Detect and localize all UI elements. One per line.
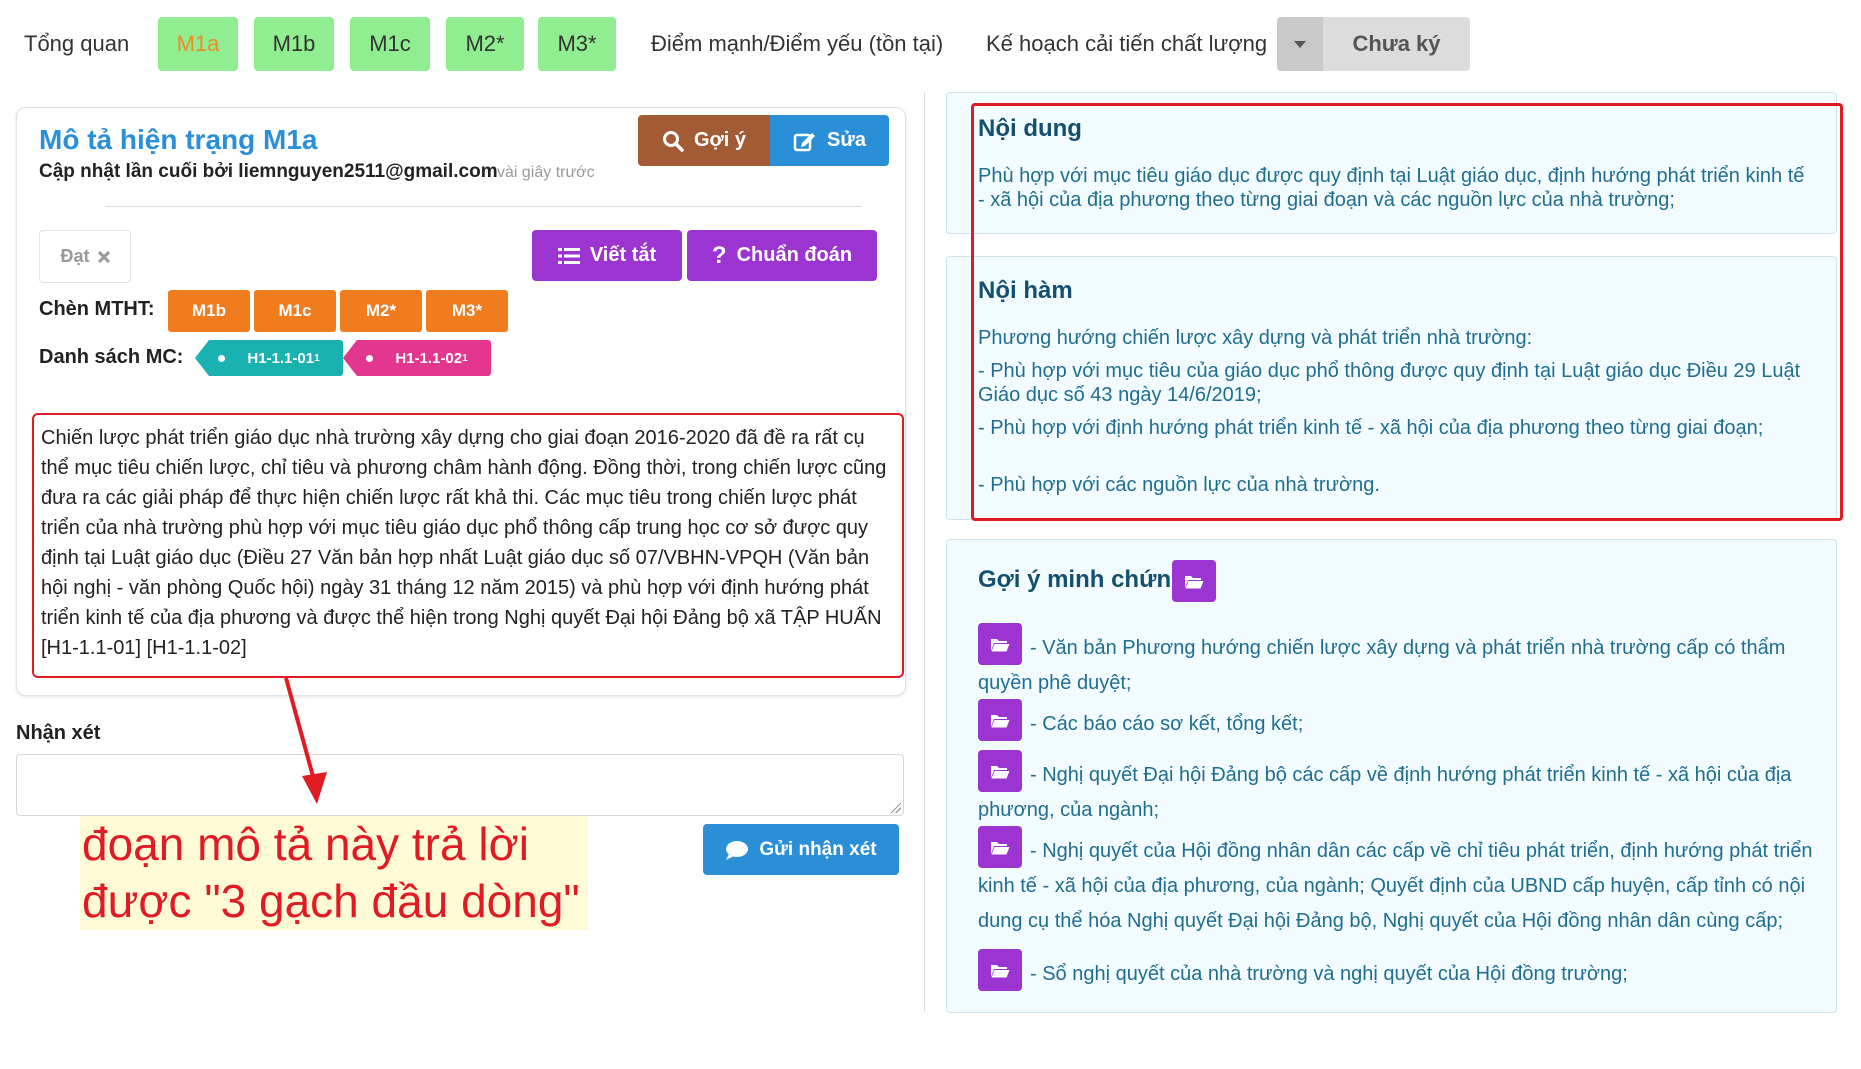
annotation-arrow — [284, 677, 327, 804]
evidence-item: - Sổ nghị quyết của nhà trường và nghị q… — [1030, 963, 1628, 985]
suggest-button[interactable]: Gợi ý — [638, 115, 770, 166]
highlight-box — [971, 103, 1843, 521]
insert-m2-button[interactable]: M2* — [340, 290, 422, 332]
status-label: Đạt — [60, 246, 90, 266]
abbreviation-button[interactable]: Viết tắt — [532, 230, 682, 281]
tab-m1b[interactable]: M1b — [254, 17, 334, 71]
column-divider — [924, 92, 925, 1012]
annotation-line-1: đoạn mô tả này trả lời — [82, 818, 529, 870]
insert-mtht-label: Chèn MTHT: — [39, 298, 155, 320]
list-icon — [557, 247, 580, 264]
insert-m1c-button[interactable]: M1c — [254, 290, 336, 332]
annotation-note: đoạn mô tả này trả lời được "3 gạch đầu … — [80, 816, 588, 930]
evidence-item: - Các báo cáo sơ kết, tổng kết; — [1030, 713, 1304, 735]
status-badge: Đạt — [39, 230, 131, 283]
updated-by-text: Cập nhật lần cuối bởi liemnguyen2511@gma… — [39, 161, 498, 182]
diagnose-button[interactable]: ? Chuẩn đoán — [687, 230, 877, 281]
search-icon — [662, 130, 684, 152]
tab-m1c[interactable]: M1c — [350, 17, 430, 71]
mc-tag-subscript: 1 — [462, 352, 468, 364]
diagnose-label: Chuẩn đoán — [736, 244, 853, 266]
edit-icon — [793, 132, 816, 151]
insert-m3-button[interactable]: M3* — [426, 290, 508, 332]
mc-tag-h1-1-1-02[interactable]: H1-1.1-02 1 — [343, 340, 491, 376]
tab-m3[interactable]: M3* — [538, 17, 616, 71]
question-icon: ? — [711, 241, 727, 269]
evidence-item: - Văn bản Phương hướng chiến lược xây dự… — [978, 637, 1786, 694]
description-text: Chiến lược phát triển giáo dục nhà trườn… — [32, 413, 904, 678]
send-comment-button[interactable]: Gửi nhận xét — [703, 824, 899, 875]
divider — [105, 206, 862, 207]
mc-list-label: Danh sách MC: — [39, 346, 184, 368]
chevron-down-icon[interactable] — [1277, 17, 1323, 71]
send-comment-label: Gửi nhận xét — [759, 838, 877, 860]
tag-dot-icon — [366, 354, 374, 362]
mc-tag-label: H1-1.1-01 — [247, 349, 315, 367]
mc-tag-h1-1-1-01[interactable]: H1-1.1-01 1 — [195, 340, 343, 376]
nav-strengths[interactable]: Điểm mạnh/Điểm yếu (tồn tại) — [651, 31, 943, 57]
tab-m2[interactable]: M2* — [446, 17, 524, 71]
mc-tag-subscript: 1 — [314, 352, 320, 364]
comment-icon — [726, 840, 749, 860]
insert-m1b-button[interactable]: M1b — [168, 290, 250, 332]
updated-ago-text: vài giây trước — [497, 164, 595, 181]
nav-improvement-plan[interactable]: Kế hoạch cải tiến chất lượng — [986, 31, 1267, 57]
sign-status-label: Chưa ký — [1352, 31, 1441, 56]
tab-m1a[interactable]: M1a — [158, 17, 238, 71]
edit-label: Sửa — [827, 129, 866, 151]
evidence-item: - Nghị quyết của Hội đồng nhân dân các c… — [978, 834, 1813, 939]
evidence-folder-button[interactable] — [1172, 560, 1216, 602]
tag-dot-icon — [218, 354, 226, 362]
edit-button[interactable]: Sửa — [770, 115, 889, 166]
abbreviation-label: Viết tắt — [589, 244, 657, 266]
evidence-item: - Nghị quyết Đại hội Đảng bộ các cấp về … — [978, 764, 1792, 821]
mc-tag-label: H1-1.1-02 — [395, 349, 463, 367]
evidence-title: Gợi ý minh chứng — [978, 566, 1186, 593]
comment-input[interactable] — [16, 754, 904, 816]
close-icon[interactable] — [97, 250, 110, 263]
annotation-line-2: được "3 gạch đầu dòng" — [82, 875, 580, 927]
evidence-item-text: - Nghị quyết của Hội đồng nhân dân các c… — [978, 840, 1813, 932]
comment-label: Nhận xét — [16, 722, 101, 744]
suggest-label: Gợi ý — [693, 129, 746, 151]
sign-status-dropdown[interactable]: Chưa ký — [1277, 17, 1470, 71]
folder-open-icon — [1185, 575, 1204, 588]
page-title: Mô tả hiện trạng M1a — [39, 124, 318, 155]
resize-handle-icon[interactable] — [889, 801, 901, 813]
nav-overview[interactable]: Tổng quan — [24, 31, 129, 57]
